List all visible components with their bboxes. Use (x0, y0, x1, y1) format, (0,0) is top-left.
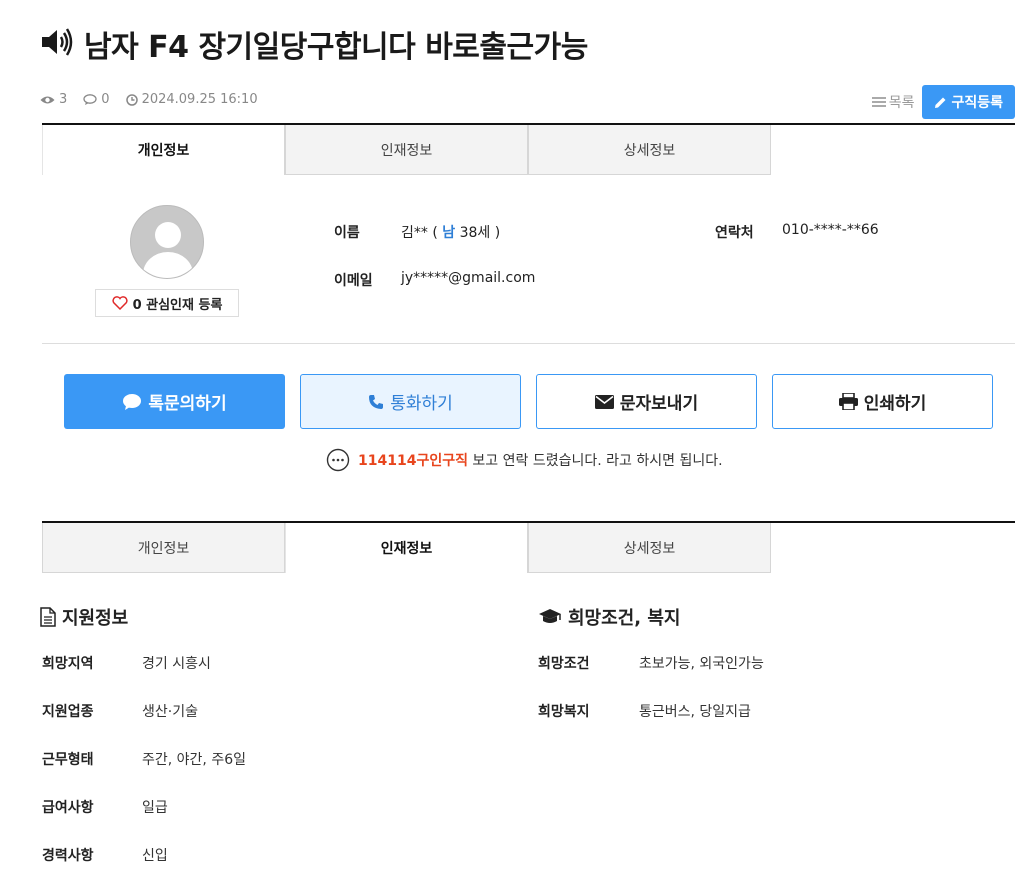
pencil-icon (935, 97, 946, 108)
tab-personal-info[interactable]: 개인정보 (42, 125, 285, 175)
contact-value: 010-****-**66 (782, 222, 879, 238)
phone-icon (369, 394, 384, 409)
gender: 남 (442, 225, 456, 241)
tab-personal-info[interactable]: 개인정보 (42, 523, 285, 573)
apply-row-value: 생산·기술 (142, 704, 198, 720)
speaker-icon (40, 28, 74, 60)
tab-bar-top: 개인정보 인재정보 상세정보 (42, 123, 1015, 175)
list-button[interactable]: 목록 (871, 92, 914, 112)
document-icon (40, 607, 56, 627)
name-value: 김** ( 남 38세 ) (401, 225, 501, 241)
register-resume-button[interactable]: 구직등록 (922, 85, 1015, 119)
apply-row-value: 일급 (142, 800, 168, 816)
apply-row-value: 경기 시흥시 (142, 656, 211, 672)
conditions-title: 희망조건, 복지 (538, 604, 680, 630)
interest-register-button[interactable]: 0 관심인재 등록 (95, 289, 239, 317)
contact-label: 연락처 (715, 225, 754, 241)
conditions-row-value: 통근버스, 당일지급 (639, 704, 751, 720)
email-label: 이메일 (334, 273, 373, 289)
comments-count: 0 (83, 92, 110, 107)
heart-icon (112, 296, 128, 310)
send-sms-button[interactable]: 문자보내기 (536, 374, 757, 429)
apply-row-label: 급여사항 (42, 800, 94, 816)
apply-info-title: 지원정보 (40, 604, 128, 630)
apply-row-value: 신입 (142, 848, 168, 864)
speech-bubble-icon (326, 448, 350, 472)
page-title-bar: 남자 F4 장기일당구합니다 바로출근가능 (40, 22, 588, 66)
contact-notice: 114114구인구직 보고 연락 드렸습니다. 라고 하시면 됩니다. (326, 448, 723, 472)
chat-icon (123, 393, 142, 410)
top-links: 목록 구직등록 (871, 85, 1015, 119)
printer-icon (838, 393, 858, 410)
tab-talent-info[interactable]: 인재정보 (285, 125, 528, 175)
page-title: 남자 F4 장기일당구합니다 바로출근가능 (84, 30, 588, 65)
graduation-cap-icon (539, 609, 561, 623)
apply-row-label: 지원업종 (42, 704, 94, 720)
apply-row-label: 희망지역 (42, 656, 94, 672)
tab-bar-talent: 개인정보 인재정보 상세정보 (42, 521, 1015, 573)
post-meta: 3 0 2024.09.25 16:10 (40, 92, 258, 107)
apply-row-label: 근무형태 (42, 752, 94, 768)
divider (42, 343, 1015, 344)
eye-icon (40, 96, 55, 103)
conditions-row-label: 희망복지 (538, 704, 590, 720)
brand-name: 114114구인구직 (358, 453, 468, 469)
tab-detail-info[interactable]: 상세정보 (528, 523, 771, 573)
envelope-icon (594, 394, 614, 409)
conditions-row-value: 초보가능, 외국인가능 (639, 656, 764, 672)
chat-inquiry-button[interactable]: 톡문의하기 (64, 374, 285, 429)
apply-row-label: 경력사항 (42, 848, 94, 864)
list-icon (871, 97, 886, 107)
call-button[interactable]: 통화하기 (300, 374, 521, 429)
apply-row-value: 주간, 야간, 주6일 (142, 752, 246, 768)
print-button[interactable]: 인쇄하기 (772, 374, 993, 429)
post-datetime: 2024.09.25 16:10 (125, 92, 258, 107)
tab-talent-info[interactable]: 인재정보 (285, 523, 528, 573)
clock-icon (125, 93, 138, 106)
avatar (130, 205, 204, 279)
email-value: jy*****@gmail.com (401, 270, 536, 286)
conditions-row-label: 희망조건 (538, 656, 590, 672)
name-label: 이름 (334, 225, 360, 241)
views-count: 3 (40, 92, 67, 107)
tab-detail-info[interactable]: 상세정보 (528, 125, 771, 175)
comment-icon (83, 93, 97, 105)
